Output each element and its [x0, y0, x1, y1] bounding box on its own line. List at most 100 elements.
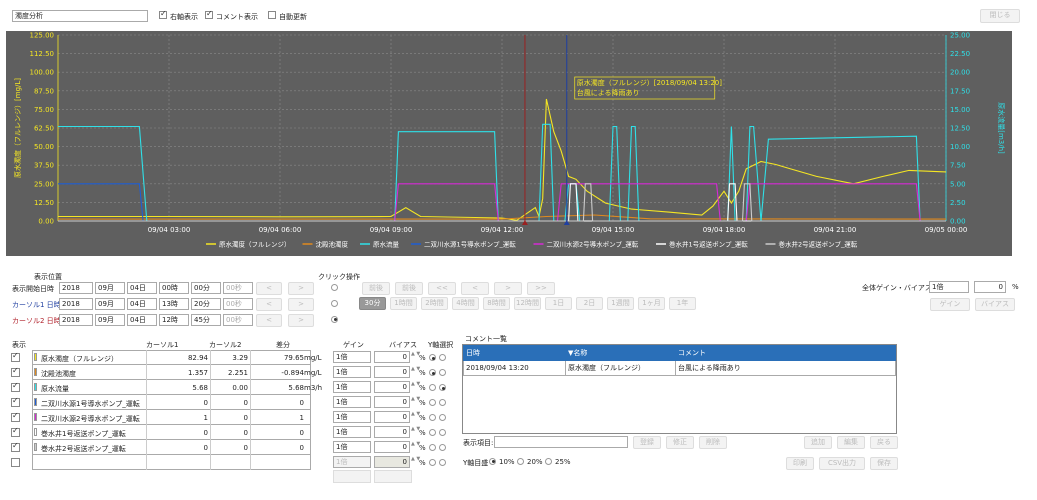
range-button-4[interactable]: 8時間	[483, 297, 510, 310]
y-left-radio[interactable]	[429, 384, 436, 391]
back-button[interactable]: 戻る	[870, 436, 898, 449]
range-button-9[interactable]: 1ヶ月	[638, 297, 665, 310]
row-checkbox[interactable]	[11, 411, 20, 422]
gain-input[interactable]	[333, 426, 371, 438]
row-checkbox[interactable]	[11, 441, 20, 452]
next-button-3[interactable]: >	[288, 314, 314, 327]
range-button-1[interactable]: 1時間	[390, 297, 417, 310]
click-op-radio-1[interactable]	[331, 283, 338, 291]
y-margin-25-radio[interactable]	[545, 457, 552, 465]
start-field-4[interactable]	[191, 282, 221, 294]
bias-input[interactable]	[374, 351, 410, 363]
bias-input[interactable]	[374, 366, 410, 378]
next-button-2[interactable]: >	[288, 298, 314, 311]
comments-col-comment[interactable]: コメント	[675, 345, 896, 361]
gain-input[interactable]	[333, 441, 371, 453]
start-field-2[interactable]	[127, 282, 157, 294]
row-checkbox[interactable]	[11, 366, 20, 377]
bias-apply-button[interactable]: バイアス	[975, 298, 1015, 311]
comment-checkbox[interactable]	[205, 9, 213, 19]
cursor1-field-4[interactable]	[191, 298, 221, 310]
gain-input[interactable]	[333, 381, 371, 393]
title-input[interactable]	[12, 10, 148, 22]
cursor2-field-2[interactable]	[127, 314, 157, 326]
y-right-radio[interactable]	[439, 429, 446, 436]
cursor1-field-3[interactable]	[159, 298, 189, 310]
gain-input[interactable]	[333, 366, 371, 378]
start-field-0[interactable]	[59, 282, 93, 294]
start-field-5[interactable]	[223, 282, 253, 294]
y-right-radio[interactable]	[439, 399, 446, 406]
y-margin-20-radio[interactable]	[517, 457, 524, 465]
bias-input[interactable]	[374, 456, 410, 468]
prev-button-1[interactable]: <	[256, 282, 282, 295]
bias-input[interactable]	[374, 381, 410, 393]
gain-input[interactable]	[333, 456, 371, 468]
autoupdate-checkbox[interactable]	[268, 11, 276, 19]
cursor1-field-5[interactable]	[223, 298, 253, 310]
y-left-radio[interactable]	[429, 414, 436, 421]
global-bias-input[interactable]	[974, 281, 1006, 293]
bias-input[interactable]	[374, 411, 410, 423]
save-button[interactable]: 保存	[870, 457, 898, 470]
range-button-3[interactable]: 4時間	[452, 297, 479, 310]
start-field-1[interactable]	[95, 282, 125, 294]
add-button[interactable]: 追加	[804, 436, 832, 449]
comments-col-date[interactable]: 日時	[463, 345, 566, 361]
y-right-radio[interactable]	[439, 354, 446, 361]
gain-footer-button[interactable]	[333, 470, 371, 483]
bias-input[interactable]	[374, 396, 410, 408]
comment-edit-button[interactable]: 修正	[666, 436, 694, 449]
next-button-1[interactable]: >	[288, 282, 314, 295]
cursor2-field-4[interactable]	[191, 314, 221, 326]
y-right-radio[interactable]	[439, 369, 446, 376]
cursor1-field-1[interactable]	[95, 298, 125, 310]
step-button-4[interactable]: >	[494, 282, 522, 295]
gain-input[interactable]	[333, 411, 371, 423]
cursor2-field-0[interactable]	[59, 314, 93, 326]
close-button[interactable]: 閉じる	[980, 9, 1020, 23]
cursor2-field-5[interactable]	[223, 314, 253, 326]
y-right-radio[interactable]	[439, 384, 446, 391]
bias-input[interactable]	[374, 441, 410, 453]
prev-button-3[interactable]: <	[256, 314, 282, 327]
bias-footer-button[interactable]	[374, 470, 412, 483]
y-left-radio[interactable]	[429, 444, 436, 451]
click-op-radio-2[interactable]	[331, 299, 338, 307]
print-button[interactable]: 印刷	[786, 457, 814, 470]
cursor1-field-2[interactable]	[127, 298, 157, 310]
step-button-5[interactable]: >>	[527, 282, 555, 295]
gain-input[interactable]	[333, 351, 371, 363]
comment-register-button[interactable]: 登録	[633, 436, 661, 449]
gain-input[interactable]	[333, 396, 371, 408]
cursor2-field-1[interactable]	[95, 314, 125, 326]
comment-delete-button[interactable]: 削除	[699, 436, 727, 449]
step-button-0[interactable]: 前後	[362, 282, 390, 295]
trend-chart[interactable]: 125.00 25.00 112.50 22.50 100.00 20.00 87.50 17…	[6, 31, 1012, 256]
range-button-0[interactable]: 30分	[359, 297, 386, 310]
range-button-10[interactable]: 1年	[669, 297, 696, 310]
step-button-1[interactable]: 前後	[395, 282, 423, 295]
row-checkbox[interactable]	[11, 381, 20, 392]
row-checkbox[interactable]	[11, 396, 20, 407]
range-button-8[interactable]: 1週間	[607, 297, 634, 310]
y-left-radio[interactable]	[429, 399, 436, 406]
step-button-2[interactable]: <<	[428, 282, 456, 295]
cursor2-field-3[interactable]	[159, 314, 189, 326]
csv-button[interactable]: CSV出力	[819, 457, 865, 470]
range-button-7[interactable]: 2日	[576, 297, 603, 310]
y-left-radio[interactable]	[429, 369, 436, 376]
range-button-2[interactable]: 2時間	[421, 297, 448, 310]
row-checkbox[interactable]	[11, 458, 20, 467]
y-right-radio[interactable]	[439, 444, 446, 451]
range-button-6[interactable]: 1日	[545, 297, 572, 310]
row-checkbox[interactable]	[11, 426, 20, 437]
row-checkbox[interactable]	[11, 351, 20, 362]
y-left-radio[interactable]	[429, 429, 436, 436]
gain-apply-button[interactable]: ゲイン	[930, 298, 970, 311]
right-axis-checkbox[interactable]	[159, 9, 167, 19]
modify-button[interactable]: 編集	[837, 436, 865, 449]
global-gain-input[interactable]	[929, 281, 969, 293]
range-button-5[interactable]: 12時間	[514, 297, 541, 310]
prev-button-2[interactable]: <	[256, 298, 282, 311]
